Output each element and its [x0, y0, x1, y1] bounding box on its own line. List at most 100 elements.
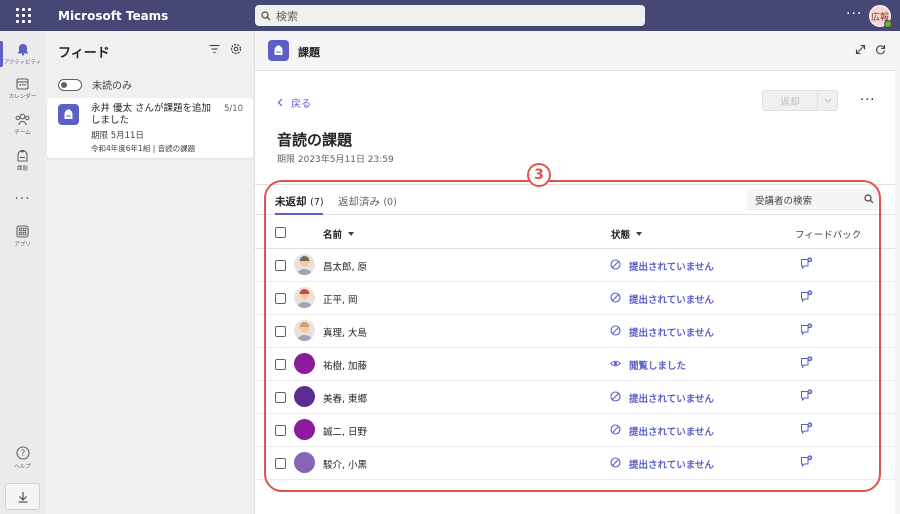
chevron-down-icon — [824, 98, 831, 103]
rail-item-assignments[interactable]: 課題 — [0, 141, 45, 179]
table-row[interactable]: 駿介, 小黒 提出されていません — [255, 447, 900, 480]
more-apps-icon[interactable]: ··· — [0, 191, 45, 207]
feedback-icon[interactable] — [800, 389, 813, 405]
app-launcher-button[interactable] — [0, 0, 46, 31]
feed-item-headline: 永井 優太 さんが課題を追加しました — [91, 103, 212, 126]
assignments-app-icon — [268, 40, 289, 61]
feedback-icon[interactable] — [800, 290, 813, 306]
assignments-icon — [17, 149, 28, 162]
return-button-group: 返却 — [762, 90, 838, 111]
return-dropdown-button[interactable] — [818, 90, 838, 111]
top-bar: Microsoft Teams 検索 ··· 広報 — [0, 0, 900, 31]
rail-item-activity[interactable]: アクティビティ — [0, 35, 45, 73]
callout-number: 3 — [534, 167, 544, 183]
svg-text:?: ? — [20, 449, 25, 459]
rail-label: アプリ — [14, 241, 31, 248]
assignment-title: 音読の課題 — [277, 131, 353, 149]
rail-item-apps[interactable]: アプリ — [0, 217, 45, 255]
filter-icon[interactable] — [209, 44, 220, 54]
table-row[interactable]: 誠二, 日野 提出されていません — [255, 414, 900, 447]
tab-not-returned[interactable]: 未返却 (7) — [275, 194, 324, 209]
tab-label: 返却済み — [338, 196, 380, 208]
download-button[interactable] — [5, 483, 40, 510]
scrollbar[interactable] — [895, 40, 900, 514]
download-icon — [18, 491, 27, 503]
table-row[interactable]: 昌太郎, 原 提出されていません — [255, 249, 900, 282]
feedback-icon[interactable] — [800, 257, 813, 273]
student-name: 美春, 東郷 — [323, 394, 368, 405]
submission-status[interactable]: 提出されていません — [629, 325, 714, 339]
column-header-name[interactable]: 名前 — [323, 227, 355, 241]
refresh-icon[interactable] — [875, 44, 886, 55]
submission-status[interactable]: 提出されていません — [629, 259, 714, 273]
more-options-icon[interactable]: ··· — [860, 93, 875, 108]
tab-returned[interactable]: 返却済み (0) — [338, 194, 397, 209]
rail-item-teams[interactable]: チーム — [0, 105, 45, 143]
waffle-icon — [15, 8, 31, 23]
column-header-feedback: フィードバック — [795, 227, 861, 241]
activity-feed-panel: フィード 未読のみ 永井 優太 さんが課題を追加しました 5/10 期限 5月1… — [45, 31, 255, 514]
submission-status[interactable]: 提出されていません — [629, 391, 714, 405]
feed-header: フィード — [45, 31, 254, 71]
row-checkbox[interactable] — [275, 293, 286, 304]
feedback-icon[interactable] — [800, 356, 813, 372]
rail-label: ヘルプ — [14, 464, 31, 470]
student-search-input[interactable]: 受講者の検索 — [747, 189, 878, 211]
student-name: 祐樹, 加藤 — [323, 361, 368, 372]
feed-item-class: 令和4年度6年1組 | 音読の課題 — [91, 144, 196, 153]
assignments-app-icon — [58, 104, 79, 125]
student-avatar — [294, 287, 315, 308]
column-label: フィードバック — [795, 230, 862, 241]
submission-status[interactable]: 閲覧しました — [629, 358, 686, 372]
not-submitted-icon — [610, 391, 621, 405]
select-all-checkbox[interactable] — [275, 227, 286, 238]
table-row[interactable]: 真理, 大島 提出されていません — [255, 315, 900, 348]
rail-item-help[interactable]: ? ヘルプ — [0, 439, 45, 477]
rail-item-calendar[interactable]: カレンダー — [0, 69, 45, 107]
main-header: 課題 — [255, 31, 900, 71]
feedback-icon[interactable] — [800, 455, 813, 471]
row-checkbox[interactable] — [275, 458, 286, 469]
table-row[interactable]: 祐樹, 加藤 閲覧しました — [255, 348, 900, 381]
row-checkbox[interactable] — [275, 392, 286, 403]
annotation-callout: 3 — [527, 163, 551, 187]
row-checkbox[interactable] — [275, 260, 286, 271]
rail-label: 課題 — [16, 165, 28, 172]
back-link[interactable]: 戻る — [277, 95, 311, 110]
unread-only-toggle-row[interactable]: 未読のみ — [58, 77, 132, 92]
not-submitted-icon — [610, 292, 621, 306]
global-search-input[interactable]: 検索 — [255, 5, 645, 26]
table-header: 名前 状態 フィードバック — [255, 217, 900, 249]
column-header-status[interactable]: 状態 — [611, 227, 643, 241]
feed-item[interactable]: 永井 優太 さんが課題を追加しました 5/10 期限 5月11日 令和4年度6年… — [47, 98, 253, 158]
submission-status[interactable]: 提出されていません — [629, 457, 714, 471]
main-header-title: 課題 — [298, 46, 320, 59]
feedback-icon[interactable] — [800, 422, 813, 438]
row-checkbox[interactable] — [275, 425, 286, 436]
feedback-icon[interactable] — [800, 323, 813, 339]
feed-item-deadline: 期限 5月11日 — [91, 131, 144, 141]
tab-label: 未返却 — [275, 196, 307, 208]
submission-status[interactable]: 提出されていません — [629, 424, 714, 438]
sort-caret-icon — [348, 232, 355, 236]
not-submitted-icon — [610, 457, 621, 471]
table-row[interactable]: 正平, 岡 提出されていません — [255, 282, 900, 315]
bell-icon — [17, 44, 28, 56]
unread-only-toggle[interactable] — [58, 78, 82, 91]
help-icon: ? — [15, 446, 30, 460]
student-avatar — [294, 386, 315, 407]
student-name: 真理, 大島 — [323, 328, 368, 339]
row-checkbox[interactable] — [275, 359, 286, 370]
tab-count: (7) — [310, 197, 324, 208]
assignment-main: 課題 戻る 返却 ··· 音読の課題 期限 2023年5月11日 23:59 未… — [255, 31, 900, 514]
user-avatar[interactable]: 広報 — [869, 5, 892, 28]
expand-icon[interactable] — [855, 44, 866, 55]
gear-icon[interactable] — [230, 43, 242, 55]
more-options-icon[interactable]: ··· — [846, 6, 862, 22]
assignment-deadline: 期限 2023年5月11日 23:59 — [277, 155, 394, 165]
submission-status[interactable]: 提出されていません — [629, 292, 714, 306]
app-rail: アクティビティ カレンダー チーム 課題 ··· アプリ ? ヘルプ — [0, 31, 45, 514]
table-row[interactable]: 美春, 東郷 提出されていません — [255, 381, 900, 414]
return-button[interactable]: 返却 — [762, 90, 818, 111]
row-checkbox[interactable] — [275, 326, 286, 337]
